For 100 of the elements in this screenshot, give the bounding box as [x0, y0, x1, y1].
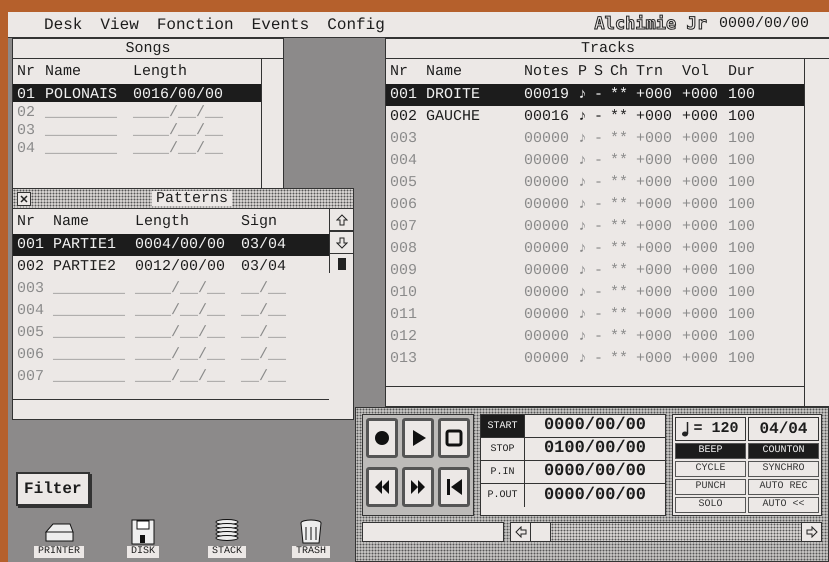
transport-button[interactable]: [438, 467, 470, 507]
toggle-button[interactable]: SOLO: [675, 497, 746, 513]
table-cell-text: PARTIE2: [53, 256, 118, 276]
position-field[interactable]: 0100/00/00: [525, 438, 665, 460]
table-cell-text: -: [594, 304, 604, 324]
menu-item[interactable]: Fonction: [156, 12, 234, 36]
table-cell-text: -: [594, 150, 604, 170]
table-cell-text: 00016: [524, 106, 570, 126]
table-cell-text: 00000: [524, 172, 570, 192]
table-cell-text: **: [610, 326, 630, 346]
table-cell-text: 100: [728, 128, 756, 148]
table-cell-text: ____/__/__: [135, 366, 226, 386]
table-cell-text: -: [594, 106, 604, 126]
table-row[interactable]: 002 PARTIE2 0012/00/00 03/04: [13, 256, 329, 278]
scroll-right-arrow-icon[interactable]: [806, 526, 818, 538]
table-cell-text: 010: [390, 282, 418, 302]
column-header: S: [594, 62, 604, 82]
table-cell-text: ♪: [578, 348, 588, 368]
table-cell-text: -: [594, 128, 604, 148]
table-cell-text: __/__: [241, 366, 288, 386]
position-label[interactable]: START: [481, 415, 525, 437]
horizontal-scrollbar[interactable]: [510, 522, 822, 542]
table-cell-text: POLONAIS: [45, 84, 118, 104]
window-title-bar[interactable]: Patterns: [13, 189, 353, 209]
transport-button[interactable]: [366, 467, 398, 507]
table-cell-text: ♪: [578, 260, 588, 280]
scroll-left-arrow-icon[interactable]: [514, 526, 526, 538]
table-row[interactable]: 01 POLONAIS 0016/00/00: [13, 84, 261, 102]
signature-field[interactable]: 04/04: [748, 417, 819, 441]
scroll-up-arrow-icon[interactable]: [336, 214, 348, 226]
position-field[interactable]: 0000/00/00: [525, 484, 665, 507]
table-cell-text: +000: [682, 326, 720, 346]
table-cell-text: 003: [17, 278, 46, 298]
tempo-field[interactable]: = 120: [675, 417, 746, 441]
table-cell-text: **: [610, 282, 630, 302]
input-field[interactable]: [362, 522, 504, 542]
transport-button[interactable]: [438, 418, 470, 458]
table-cell-text: ♪: [578, 106, 588, 126]
menu-item[interactable]: Config: [327, 12, 385, 36]
column-header: Name: [53, 212, 90, 232]
column-header: Ch: [610, 62, 630, 82]
table-cell-text: +000: [636, 194, 674, 214]
table-cell-text: 100: [728, 216, 756, 236]
table-cell-text: **: [610, 348, 630, 368]
toggle-button[interactable]: AUTO <<: [748, 497, 819, 513]
table-cell-text: ____/__/__: [135, 344, 226, 364]
window-title-bar[interactable]: Songs: [13, 39, 283, 59]
table-cell-text: __/__: [241, 344, 288, 364]
table-cell-text: -: [594, 84, 604, 104]
table-cell-text: ________: [53, 300, 126, 320]
table-cell-text: 002: [390, 106, 418, 126]
toggle-button[interactable]: COUNTON: [748, 443, 819, 459]
table-cell-text: +000: [636, 304, 674, 324]
resize-icon[interactable]: [329, 253, 353, 273]
filter-button[interactable]: Filter: [16, 472, 90, 506]
table-cell-text: 100: [728, 282, 756, 302]
table-cell-text: 005: [17, 322, 46, 342]
table-cell-text: +000: [636, 326, 674, 346]
transport-button[interactable]: [366, 418, 398, 458]
column-header: Length: [135, 212, 190, 232]
table-cell-text: +000: [682, 106, 720, 126]
table-cell-text: +000: [682, 238, 720, 258]
column-header: Vol: [682, 62, 710, 82]
table-cell-text: +000: [682, 172, 720, 192]
toggle-button[interactable]: BEEP: [675, 443, 746, 459]
table-cell-text: ____/__/__: [135, 278, 226, 298]
toggle-button[interactable]: PUNCH: [675, 479, 746, 495]
clock-text: 0000/00/00: [718, 14, 809, 34]
table-cell-text: __/__: [241, 300, 288, 320]
table-cell-text: 011: [390, 304, 418, 324]
table-cell-text: ____/__/__: [133, 138, 224, 158]
table-cell-text: 00000: [524, 150, 570, 170]
table-row[interactable]: 001 PARTIE1 0004/00/00 03/04: [13, 234, 329, 256]
close-icon[interactable]: [17, 192, 31, 206]
menu-item[interactable]: Desk: [44, 12, 82, 36]
menu-item[interactable]: View: [100, 12, 139, 36]
table-cell-text: GAUCHE: [426, 106, 482, 126]
scroll-down-arrow-icon[interactable]: [336, 236, 348, 248]
transport-button[interactable]: [402, 418, 434, 458]
table-cell-text: ♪: [578, 128, 588, 148]
table-cell-text: **: [610, 172, 630, 192]
column-header: P: [578, 62, 588, 82]
column-header: Name: [426, 62, 464, 82]
table-cell-text: ♪: [578, 150, 588, 170]
table-row[interactable]: 001 DROITE 00019 ♪ - ** +000 +000 100: [386, 84, 804, 106]
position-field[interactable]: 0000/00/00: [525, 415, 665, 437]
transport-button[interactable]: [402, 467, 434, 507]
toggle-button[interactable]: CYCLE: [675, 461, 746, 477]
table-cell-text: __/__: [241, 278, 288, 298]
menu-item[interactable]: Events: [252, 12, 310, 36]
position-field[interactable]: 0000/00/00: [525, 461, 665, 483]
icon-label: STACK: [208, 546, 246, 558]
toggle-button[interactable]: SYNCHRO: [748, 461, 819, 477]
table-row[interactable]: 002 GAUCHE 00016 ♪ - ** +000 +000 100: [386, 106, 804, 128]
toggle-button[interactable]: AUTO REC: [748, 479, 819, 495]
table-cell-text: ♪: [578, 172, 588, 192]
table-cell-text: **: [610, 304, 630, 324]
window-title-bar[interactable]: Tracks: [386, 39, 829, 59]
table-cell-text: ♪: [578, 326, 588, 346]
table-cell-text: 01: [17, 84, 36, 104]
